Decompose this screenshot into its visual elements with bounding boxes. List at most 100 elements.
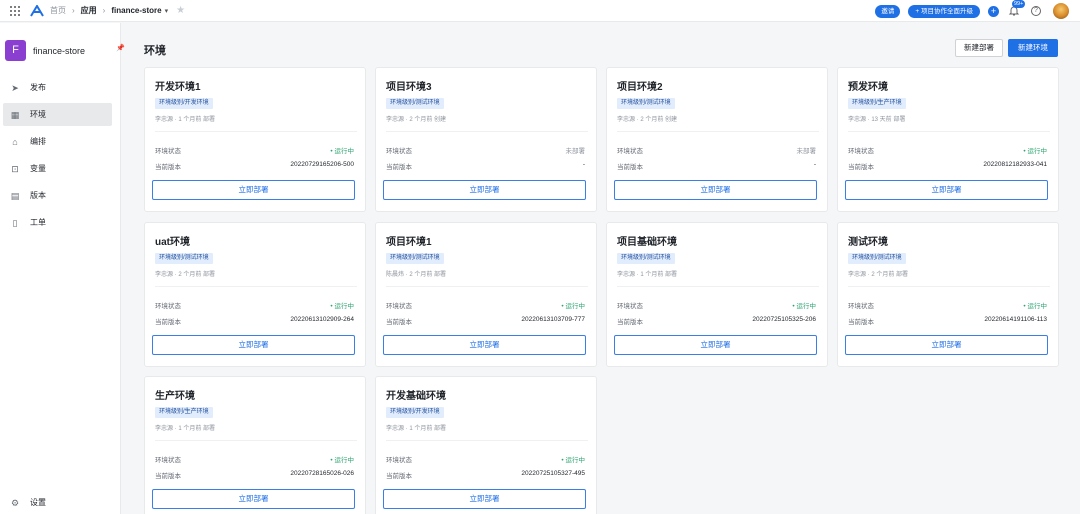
environment-name: 开发环境1 xyxy=(155,82,201,93)
environment-level-tag: 环境级别/开发环境 xyxy=(386,407,444,418)
environment-meta: 李忠源 · 2 个月前 部署 xyxy=(848,272,909,278)
new-deploy-button[interactable]: 新建部署 xyxy=(955,39,1003,57)
deploy-now-button[interactable]: 立即部署 xyxy=(383,489,586,509)
status-label: 环境状态 xyxy=(617,148,643,155)
sidebar: F finance-store 📌 ➤ 发布 ▦ 环境 ⌂ 编排 ⊡ 变量 ▤ … xyxy=(0,23,125,514)
avatar[interactable] xyxy=(1053,3,1069,19)
environment-meta: 李忠源 · 1 个月前 部署 xyxy=(617,272,678,278)
environment-level-tag: 环境级别/测试环境 xyxy=(386,98,444,109)
breadcrumb-home[interactable]: 首页 xyxy=(50,5,66,16)
environment-card[interactable]: uat环境 环境级别/测试环境 李忠源 · 2 个月前 部署 环境状态 • 运行… xyxy=(144,222,366,367)
environment-meta: 李忠源 · 2 个月前 创建 xyxy=(617,117,678,123)
environment-card[interactable]: 项目环境3 环境级别/测试环境 李忠源 · 2 个月前 创建 环境状态 未部署 … xyxy=(375,67,597,212)
star-icon[interactable]: ★ xyxy=(176,5,185,16)
sidebar-item-label: 工单 xyxy=(30,218,46,227)
app-grid-icon[interactable] xyxy=(10,5,20,16)
deploy-now-button[interactable]: 立即部署 xyxy=(614,335,817,355)
sidebar-item-environment[interactable]: ▦ 环境 xyxy=(3,103,112,126)
version-value: - xyxy=(582,161,585,168)
card-divider xyxy=(848,286,1050,287)
deploy-now-button[interactable]: 立即部署 xyxy=(152,489,355,509)
pin-icon[interactable]: 📌 xyxy=(116,44,125,52)
environment-level-tag: 环境级别/测试环境 xyxy=(617,98,675,109)
version-value: - xyxy=(813,161,816,168)
deploy-now-button[interactable]: 立即部署 xyxy=(152,180,355,200)
environment-card[interactable]: 预发环境 环境级别/生产环境 李忠源 · 13 天前 部署 环境状态 • 运行中… xyxy=(837,67,1059,212)
sidebar-item-label: 发布 xyxy=(30,83,46,92)
status-label: 环境状态 xyxy=(386,457,412,464)
sidebar-item-release[interactable]: ➤ 发布 xyxy=(3,76,112,99)
help-icon[interactable]: ? xyxy=(1031,6,1041,16)
breadcrumb-app[interactable]: 应用 xyxy=(81,5,97,16)
project-switcher[interactable]: F finance-store xyxy=(5,40,120,61)
deploy-now-button[interactable]: 立即部署 xyxy=(383,180,586,200)
sidebar-nav: ➤ 发布 ▦ 环境 ⌂ 编排 ⊡ 变量 ▤ 版本 ▯ 工单 xyxy=(0,76,120,234)
notification-badge: 99+ xyxy=(1012,0,1026,8)
environment-card[interactable]: 开发环境1 环境级别/开发环境 李忠源 · 1 个月前 部署 环境状态 • 运行… xyxy=(144,67,366,212)
upgrade-banner-button[interactable]: + 项目协作全面升级 xyxy=(908,4,980,18)
notification-bell-icon[interactable]: 99+ xyxy=(1008,0,1026,17)
environment-icon: ▦ xyxy=(10,109,20,120)
status-label: 环境状态 xyxy=(155,148,181,155)
environment-name: 项目环境2 xyxy=(617,82,663,93)
environment-name: 开发基础环境 xyxy=(386,391,446,402)
environment-meta: 李忠源 · 13 天前 部署 xyxy=(848,117,906,123)
settings-label: 设置 xyxy=(30,498,46,507)
environment-level-tag: 环境级别/生产环境 xyxy=(848,98,906,109)
deploy-now-button[interactable]: 立即部署 xyxy=(614,180,817,200)
environment-card[interactable]: 测试环境 环境级别/测试环境 李忠源 · 2 个月前 部署 环境状态 • 运行中… xyxy=(837,222,1059,367)
gear-icon: ⚙ xyxy=(10,497,20,508)
ticket-icon: ▯ xyxy=(12,217,18,228)
version-label: 当前版本 xyxy=(155,164,181,171)
sidebar-item-orchestrate[interactable]: ⌂ 编排 xyxy=(3,130,112,153)
card-divider xyxy=(155,440,357,441)
environment-card[interactable]: 项目环境2 环境级别/测试环境 李忠源 · 2 个月前 创建 环境状态 未部署 … xyxy=(606,67,828,212)
chevron-down-icon[interactable]: ▾ xyxy=(165,7,169,15)
add-icon[interactable]: + xyxy=(988,5,999,17)
version-icon: ▤ xyxy=(10,190,20,201)
environment-name: 项目环境1 xyxy=(386,237,432,248)
environment-level-tag: 环境级别/测试环境 xyxy=(617,253,675,264)
environment-name: uat环境 xyxy=(155,237,190,248)
status-badge: 未部署 xyxy=(796,148,817,155)
environment-card[interactable]: 生产环境 环境级别/生产环境 李忠源 · 1 个月前 部署 环境状态 • 运行中… xyxy=(144,376,366,514)
status-badge: • 运行中 xyxy=(561,457,585,464)
breadcrumb-project[interactable]: finance-store xyxy=(111,6,161,15)
deploy-now-button[interactable]: 立即部署 xyxy=(152,335,355,355)
breadcrumb-separator-icon: › xyxy=(102,6,106,15)
environment-card[interactable]: 项目基础环境 环境级别/测试环境 李忠源 · 1 个月前 部署 环境状态 • 运… xyxy=(606,222,828,367)
version-value: 20220725105327-495 xyxy=(521,470,585,477)
deploy-now-button[interactable]: 立即部署 xyxy=(383,335,586,355)
sidebar-item-variable[interactable]: ⊡ 变量 xyxy=(3,157,112,180)
environment-level-tag: 环境级别/测试环境 xyxy=(155,253,213,264)
deploy-now-button[interactable]: 立即部署 xyxy=(845,335,1048,355)
version-label: 当前版本 xyxy=(617,319,643,326)
status-label: 环境状态 xyxy=(386,148,412,155)
status-badge: • 运行中 xyxy=(330,457,354,464)
deploy-now-button[interactable]: 立即部署 xyxy=(845,180,1048,200)
sidebar-item-label: 变量 xyxy=(30,164,46,173)
environment-name: 预发环境 xyxy=(848,82,888,93)
new-environment-button[interactable]: 新建环境 xyxy=(1008,39,1058,57)
status-label: 环境状态 xyxy=(617,303,643,310)
card-divider xyxy=(617,131,819,132)
version-label: 当前版本 xyxy=(155,319,181,326)
environment-level-tag: 环境级别/生产环境 xyxy=(155,407,213,418)
version-value: 20220725105325-206 xyxy=(752,316,816,323)
page-title: 环境 xyxy=(144,45,166,57)
sidebar-item-ticket[interactable]: ▯ 工单 xyxy=(3,211,112,234)
logo-icon[interactable] xyxy=(30,4,44,17)
sidebar-item-label: 环境 xyxy=(30,110,46,119)
environment-level-tag: 环境级别/测试环境 xyxy=(386,253,444,264)
version-label: 当前版本 xyxy=(386,164,412,171)
invite-button[interactable]: 邀请 xyxy=(875,4,901,18)
status-label: 环境状态 xyxy=(386,303,412,310)
sidebar-item-settings[interactable]: ⚙ 设置 xyxy=(10,497,46,508)
sidebar-item-version[interactable]: ▤ 版本 xyxy=(3,184,112,207)
environment-card[interactable]: 项目环境1 环境级别/测试环境 陈晨炜 · 2 个月前 部署 环境状态 • 运行… xyxy=(375,222,597,367)
sidebar-item-label: 编排 xyxy=(30,137,46,146)
status-badge: 未部署 xyxy=(565,148,586,155)
environment-name: 测试环境 xyxy=(848,237,888,248)
status-label: 环境状态 xyxy=(848,303,874,310)
environment-card[interactable]: 开发基础环境 环境级别/开发环境 李忠源 · 1 个月前 部署 环境状态 • 运… xyxy=(375,376,597,514)
